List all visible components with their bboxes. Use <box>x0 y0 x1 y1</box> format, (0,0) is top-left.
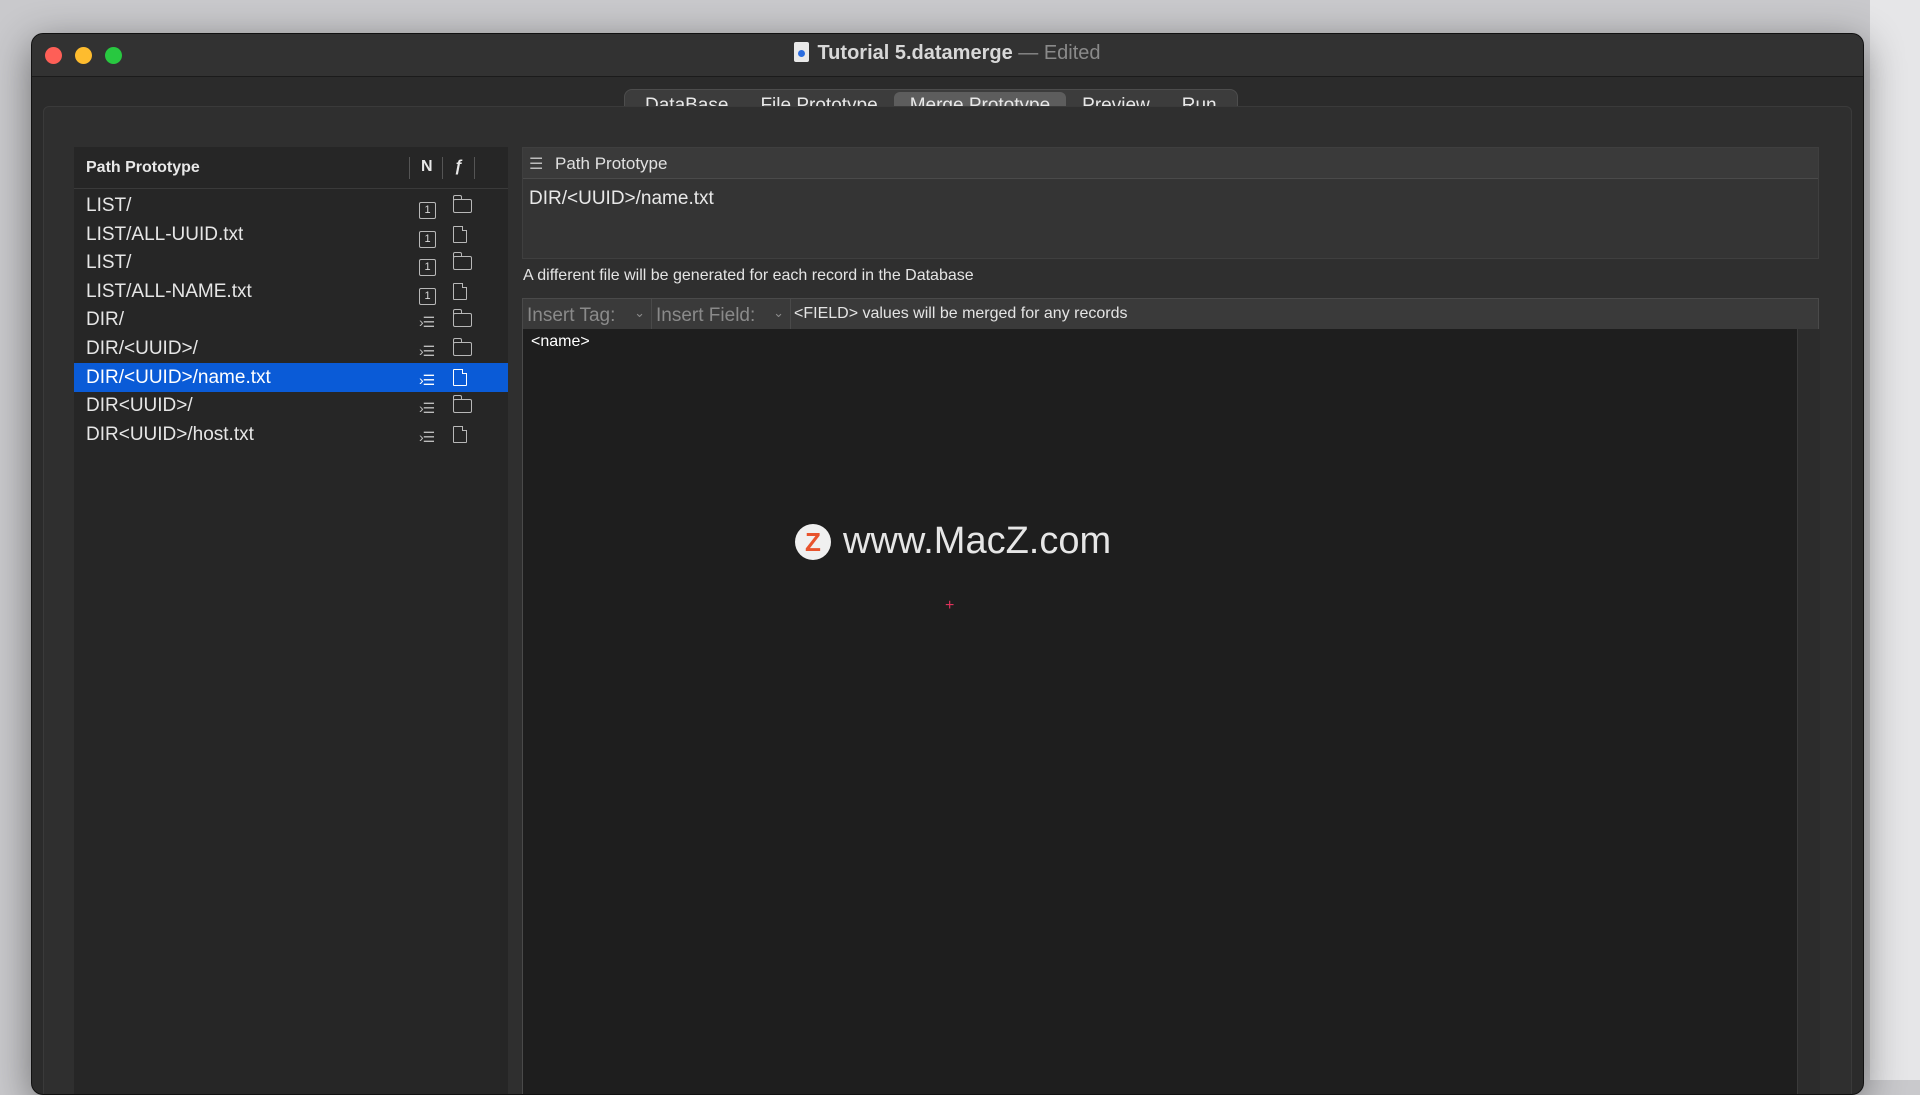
insert-field-popup[interactable]: Insert Field: ⌄ <box>652 299 791 330</box>
path-row[interactable]: LIST/1 <box>74 191 508 220</box>
title-separator: — <box>1018 42 1039 64</box>
insert-field-label: Insert Field: <box>656 305 756 326</box>
list-icon[interactable]: ☰ <box>529 154 543 174</box>
path-row-label: DIR/<UUID>/name.txt <box>86 367 271 388</box>
column-header-path[interactable]: Path Prototype <box>86 159 200 177</box>
folder-icon <box>453 195 472 213</box>
path-row[interactable]: DIR/<UUID>/name.txt ›☰ <box>74 363 508 392</box>
path-row-label: LIST/ALL-NAME.txt <box>86 281 252 302</box>
folder-kind <box>453 252 472 276</box>
path-row[interactable]: DIR<UUID>/host.txt ›☰ <box>74 420 508 449</box>
file-kind <box>453 369 467 392</box>
single-file-icon: 1 <box>419 254 436 276</box>
each-icon: ›☰ <box>419 400 435 416</box>
per-record-icon: ›☰ <box>419 397 435 419</box>
single-file-icon: 1 <box>419 283 436 305</box>
folder-kind <box>453 195 472 219</box>
file-icon <box>453 369 467 386</box>
column-header-n[interactable]: N <box>421 158 433 176</box>
folder-icon <box>453 252 472 270</box>
app-window: Tutorial 5.datamerge — Edited DataBase F… <box>31 33 1864 1095</box>
path-prototype-list: Path Prototype N ƒ LIST/1 LIST/ALL-UUID.t… <box>74 147 508 1094</box>
one-icon: 1 <box>419 259 436 276</box>
window-title: Tutorial 5.datamerge — Edited <box>32 42 1863 65</box>
file-icon <box>453 426 467 443</box>
per-record-icon: ›☰ <box>419 311 435 333</box>
path-row[interactable]: DIR/<UUID>/ ›☰ <box>74 334 508 363</box>
watermark-logo-icon: Z <box>795 523 831 560</box>
column-divider <box>409 157 410 179</box>
folder-icon <box>453 309 472 327</box>
file-icon <box>453 283 467 300</box>
path-row[interactable]: LIST/ALL-NAME.txt 1 <box>74 277 508 306</box>
each-icon: ›☰ <box>419 314 435 330</box>
path-row[interactable]: DIR<UUID>/ ›☰ <box>74 391 508 420</box>
path-row-label: LIST/ALL-UUID.txt <box>86 224 244 245</box>
one-icon: 1 <box>419 288 436 305</box>
insert-tag-popup[interactable]: Insert Tag: ⌄ <box>523 299 652 330</box>
chevron-down-icon: ⌄ <box>773 305 784 320</box>
path-row-label: DIR<UUID>/host.txt <box>86 424 254 445</box>
column-divider <box>474 157 475 179</box>
insert-tag-label: Insert Tag: <box>527 305 616 326</box>
folder-kind <box>453 395 472 419</box>
folder-kind <box>453 309 472 333</box>
each-icon: ›☰ <box>419 429 435 445</box>
path-row-label: DIR/<UUID>/ <box>86 338 198 359</box>
folder-icon <box>453 338 472 356</box>
watermark: Z www.MacZ.com <box>795 520 1111 563</box>
window-title-text: Tutorial 5.datamerge <box>817 42 1013 64</box>
editor-scrollbar[interactable] <box>1797 329 1820 1094</box>
path-row-label: LIST/ <box>86 195 132 216</box>
file-icon <box>453 226 467 243</box>
path-row-label: LIST/ <box>86 252 132 273</box>
editor-content[interactable]: <name> <box>531 333 590 351</box>
crosshair-cursor-icon: + <box>945 597 955 614</box>
path-prototype-value[interactable]: DIR/<UUID>/name.txt <box>529 188 714 210</box>
column-divider <box>442 157 443 179</box>
file-kind <box>453 283 467 306</box>
per-record-icon: ›☰ <box>419 369 435 391</box>
desktop-background <box>1870 0 1920 1080</box>
path-box-title: Path Prototype <box>555 154 668 173</box>
single-file-icon: 1 <box>419 197 436 219</box>
file-kind <box>453 226 467 249</box>
generation-info-text: A different file will be generated for e… <box>523 267 974 284</box>
document-icon <box>794 42 810 62</box>
path-row-label: DIR/ <box>86 309 124 330</box>
one-icon: 1 <box>419 231 436 248</box>
column-header-f[interactable]: ƒ <box>454 158 463 176</box>
path-prototype-box: ☰ Path Prototype DIR/<UUID>/name.txt <box>522 147 1819 259</box>
path-row[interactable]: LIST/1 <box>74 248 508 277</box>
merge-prototype-editor[interactable]: <name> <box>522 329 1798 1094</box>
title-edited-state: Edited <box>1043 42 1101 64</box>
each-icon: ›☰ <box>419 372 435 388</box>
watermark-text: www.MacZ.com <box>843 520 1112 562</box>
single-file-icon: 1 <box>419 226 436 248</box>
path-box-header: ☰ Path Prototype <box>523 148 1818 179</box>
one-icon: 1 <box>419 202 436 219</box>
each-icon: ›☰ <box>419 343 435 359</box>
list-header: Path Prototype N ƒ <box>74 147 508 189</box>
per-record-icon: ›☰ <box>419 426 435 448</box>
path-row[interactable]: LIST/ALL-UUID.txt 1 <box>74 220 508 249</box>
title-bar: Tutorial 5.datamerge — Edited <box>32 34 1863 77</box>
file-kind <box>453 426 467 449</box>
chevron-down-icon: ⌄ <box>634 305 645 320</box>
path-row[interactable]: DIR/ ›☰ <box>74 305 508 334</box>
merge-note: <FIELD> values will be merged for any re… <box>794 305 1128 322</box>
merge-toolbar: Insert Tag: ⌄ Insert Field: ⌄ <FIELD> va… <box>522 298 1819 331</box>
folder-kind <box>453 338 472 362</box>
folder-icon <box>453 395 472 413</box>
path-row-label: DIR<UUID>/ <box>86 395 193 416</box>
per-record-icon: ›☰ <box>419 340 435 362</box>
